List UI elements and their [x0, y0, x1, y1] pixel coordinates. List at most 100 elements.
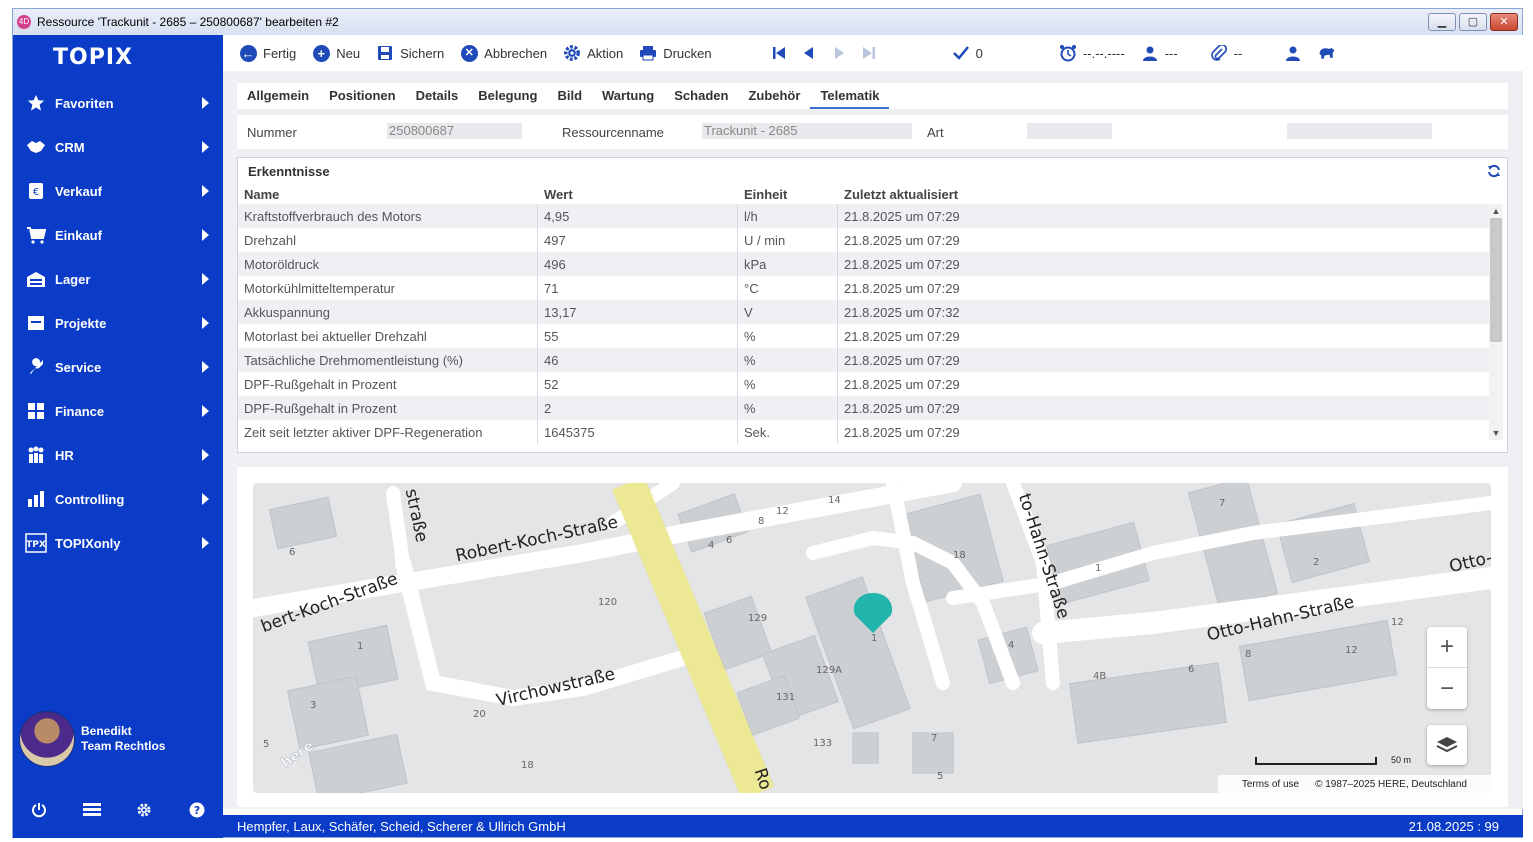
attachment-field[interactable]: --: [1210, 38, 1243, 68]
cell-name: Kraftstoffverbrauch des Motors: [238, 204, 538, 228]
contact-button[interactable]: [1284, 38, 1308, 68]
power-icon[interactable]: [30, 801, 48, 819]
column-header-wert[interactable]: Wert: [538, 184, 738, 204]
map-canvas: Robert-Koch-Straße bert-Koch-Straße Virc…: [253, 483, 1491, 793]
house-number: 6: [289, 547, 295, 558]
sidebar-item-service[interactable]: Service: [13, 345, 223, 389]
table-row[interactable]: Motorlast bei aktueller Drehzahl 55% 21.8.…: [238, 324, 1490, 348]
sidebar-item-einkauf[interactable]: Einkauf: [13, 213, 223, 257]
house-number: 131: [776, 692, 795, 703]
fertig-button[interactable]: ← Fertig: [239, 38, 296, 68]
tab-bild[interactable]: Bild: [547, 83, 592, 109]
cell-wert: 52: [538, 372, 738, 396]
layers-button[interactable]: [1427, 725, 1467, 765]
abbrechen-button[interactable]: ✕ Abbrechen: [460, 38, 547, 68]
tab-telematik[interactable]: Telematik: [810, 83, 890, 109]
check-count: 0: [975, 45, 983, 61]
table-row[interactable]: Zeit seit letzter aktiver DPF-Regenerati…: [238, 420, 1490, 444]
previous-record-icon[interactable]: [798, 42, 820, 64]
user-field[interactable]: ---: [1141, 38, 1178, 68]
map-view[interactable]: Robert-Koch-Straße bert-Koch-Straße Virc…: [253, 483, 1491, 793]
first-record-icon[interactable]: [768, 42, 790, 64]
list-icon[interactable]: [82, 801, 101, 819]
extra-field[interactable]: [1287, 123, 1432, 139]
zoom-out-button[interactable]: −: [1427, 668, 1467, 709]
zoom-in-button[interactable]: +: [1427, 627, 1467, 668]
alarm-clock-icon: [1059, 44, 1077, 62]
house-number: 7: [931, 733, 937, 744]
sidebar-item-lager[interactable]: Lager: [13, 257, 223, 301]
back-icon: ←: [239, 44, 257, 62]
sidebar-item-favoriten[interactable]: Favoriten: [13, 81, 223, 125]
help-icon[interactable]: ?: [188, 801, 206, 819]
neu-button[interactable]: + Neu: [312, 38, 360, 68]
refresh-icon[interactable]: [1487, 164, 1501, 178]
table-row[interactable]: Drehzahl 497 U / min 21.8.2025 um 07:29: [238, 228, 1490, 252]
column-header-name[interactable]: Name: [238, 184, 538, 204]
table-row[interactable]: DPF-Rußgehalt in Prozent 52% 21.8.2025 um …: [238, 372, 1490, 396]
sidebar: TOPIX Favoriten CRM € Verkauf Einkauf La…: [13, 35, 223, 838]
sidebar-item-label: CRM: [55, 139, 85, 155]
ressourcenname-field[interactable]: Trackunit - 2685: [702, 123, 912, 139]
chevron-right-icon: [202, 97, 209, 109]
column-header-einheit[interactable]: Einheit: [738, 184, 838, 204]
column-header-zuletzt[interactable]: Zuletzt aktualisiert: [838, 184, 1490, 204]
tab-details[interactable]: Details: [406, 83, 469, 109]
aktion-button[interactable]: Aktion: [563, 38, 623, 68]
close-button[interactable]: ✕: [1490, 13, 1518, 31]
scroll-up-icon[interactable]: ▲: [1491, 206, 1501, 216]
sidebar-item-topixonly[interactable]: TPX TOPIXonly: [13, 521, 223, 565]
cell-name: Motoröldruck: [238, 252, 538, 276]
sidebar-item-projekte[interactable]: Projekte: [13, 301, 223, 345]
tab-allgemein[interactable]: Allgemein: [237, 83, 319, 109]
neu-label: Neu: [336, 45, 361, 61]
table-row[interactable]: Tatsächliche Drehmomentleistung (%) 46% 21…: [238, 348, 1490, 372]
sidebar-item-finance[interactable]: Finance: [13, 389, 223, 433]
folder-icon: [25, 314, 47, 332]
table-row[interactable]: Motoröldruck 496 kPa 21.8.2025 um 07:29: [238, 252, 1490, 276]
drucken-button[interactable]: Drucken: [639, 38, 712, 68]
user-team: Team Rechtlos: [81, 739, 166, 753]
sidebar-item-verkauf[interactable]: € Verkauf: [13, 169, 223, 213]
scale-label: 50 m: [1390, 755, 1411, 765]
tab-positionen[interactable]: Positionen: [319, 83, 405, 109]
cell-name: Drehzahl: [238, 228, 538, 252]
check-counter[interactable]: 0: [952, 38, 983, 68]
mascot-button[interactable]: [1318, 38, 1342, 68]
next-record-icon[interactable]: [828, 42, 850, 64]
tab-schaden[interactable]: Schaden: [664, 83, 738, 109]
table-row[interactable]: Akkuspannung 13,17 V 21.8.2025 um 07:32: [238, 300, 1490, 324]
sidebar-item-controlling[interactable]: Controlling: [13, 477, 223, 521]
minimize-button[interactable]: ▁: [1428, 13, 1456, 31]
art-field[interactable]: [1027, 123, 1112, 139]
company-name: Hempfer, Laux, Schäfer, Scheid, Scherer …: [237, 818, 566, 834]
table-row[interactable]: Kraftstoffverbrauch des Motors 4,95 l/h 21.…: [238, 204, 1490, 228]
scroll-thumb[interactable]: [1490, 218, 1502, 342]
maximize-button[interactable]: ▢: [1459, 13, 1487, 31]
tab-wartung[interactable]: Wartung: [592, 83, 664, 109]
chevron-right-icon: [202, 405, 209, 417]
printer-icon: [639, 44, 657, 62]
user-profile[interactable]: Benedikt Team Rechtlos: [19, 711, 165, 767]
sichern-button[interactable]: Sichern: [376, 38, 444, 68]
table-row[interactable]: DPF-Rußgehalt in Prozent 2% 21.8.2025 um 0…: [238, 396, 1490, 420]
cell-wert: 1645375: [538, 420, 738, 444]
table-row[interactable]: Motorkühlmitteltemperatur 71 °C 21.8.2025 u…: [238, 276, 1490, 300]
chevron-right-icon: [202, 229, 209, 241]
house-number: 129: [748, 613, 767, 624]
sidebar-item-hr[interactable]: HR: [13, 433, 223, 477]
gear-icon[interactable]: [135, 801, 153, 819]
vertical-scrollbar[interactable]: ▲ ▼: [1489, 204, 1503, 440]
sidebar-item-label: Finance: [55, 403, 105, 419]
terms-of-use-link[interactable]: Terms of use: [1242, 779, 1299, 790]
tab-belegung[interactable]: Belegung: [468, 83, 547, 109]
attachment-field-value: --: [1233, 45, 1243, 61]
nummer-label: Nummer: [247, 125, 297, 140]
last-record-icon[interactable]: [858, 42, 880, 64]
house-number: 8: [1245, 649, 1251, 660]
alarm-field[interactable]: --.--.----: [1059, 38, 1125, 68]
nummer-field[interactable]: 250800687: [387, 123, 522, 139]
sidebar-item-crm[interactable]: CRM: [13, 125, 223, 169]
scroll-down-icon[interactable]: ▼: [1491, 428, 1501, 438]
tab-zubehoer[interactable]: Zubehör: [738, 83, 810, 109]
